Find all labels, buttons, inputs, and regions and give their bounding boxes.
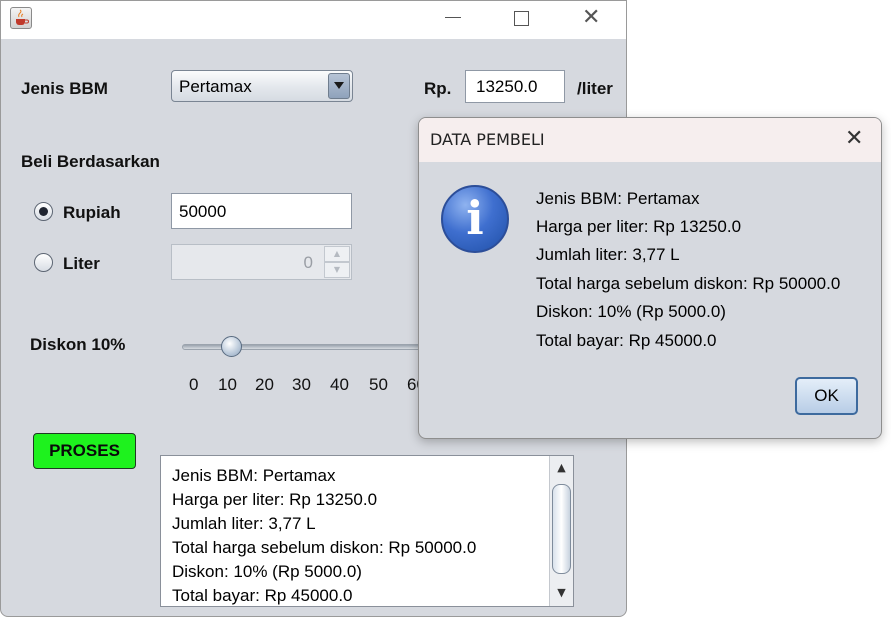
minimize-icon[interactable] [445, 17, 461, 18]
output-scrollbar[interactable]: ▲ ▼ [549, 456, 573, 606]
liter-spinner-value: 0 [303, 253, 313, 272]
dialog-line: Jenis BBM: Pertamax [536, 189, 700, 208]
output-textarea[interactable]: Jenis BBM: Pertamax Harga per liter: Rp … [160, 455, 574, 607]
discount-label: Diskon 10% [30, 335, 126, 354]
rupiah-radio-label: Rupiah [63, 203, 121, 222]
spinner-up-icon[interactable]: ▲ [324, 246, 350, 262]
liter-radio[interactable] [34, 253, 53, 272]
fuel-type-selected: Pertamax [179, 77, 252, 96]
dialog-line: Total harga sebelum diskon: Rp 50000.0 [536, 274, 841, 293]
rupiah-radio[interactable] [34, 202, 53, 221]
scroll-down-icon[interactable]: ▼ [550, 583, 573, 603]
dialog-line: Jumlah liter: 3,77 L [536, 245, 680, 264]
output-line: Diskon: 10% (Rp 5000.0) [172, 562, 362, 581]
price-suffix-label: /liter [577, 79, 613, 98]
java-app-icon [10, 7, 32, 29]
dialog-line: Harga per liter: Rp 13250.0 [536, 217, 742, 236]
slider-tick-label: 40 [330, 375, 349, 394]
output-line: Jenis BBM: Pertamax [172, 466, 336, 485]
price-prefix-label: Rp. [424, 79, 452, 98]
process-button[interactable]: PROSES [33, 433, 136, 469]
chevron-down-icon[interactable] [328, 73, 350, 99]
output-line: Total harga sebelum diskon: Rp 50000.0 [172, 538, 477, 557]
scroll-thumb[interactable] [552, 484, 571, 574]
scroll-up-icon[interactable]: ▲ [550, 458, 573, 478]
close-icon[interactable]: ✕ [582, 5, 600, 30]
spinner-down-icon[interactable]: ▼ [324, 262, 350, 278]
slider-tick-label: 10 [218, 375, 237, 394]
discount-slider-track[interactable] [182, 344, 422, 350]
dialog-line: Total bayar: Rp 45000.0 [536, 331, 717, 350]
purchase-data-dialog: DATA PEMBELI ✕ i Jenis BBM: Pertamax Har… [418, 117, 882, 439]
ok-button[interactable]: OK [795, 377, 858, 415]
dialog-title-bar: DATA PEMBELI ✕ [419, 118, 881, 162]
maximize-icon[interactable] [514, 11, 529, 26]
liter-spinner[interactable]: 0 ▲ ▼ [171, 244, 352, 280]
fuel-type-label: Jenis BBM [21, 79, 108, 98]
slider-tick-label: 20 [255, 375, 274, 394]
slider-tick-label: 0 [189, 375, 199, 394]
dialog-title: DATA PEMBELI [430, 130, 545, 149]
dialog-line: Diskon: 10% (Rp 5000.0) [536, 302, 726, 321]
info-icon: i [441, 185, 509, 253]
output-line: Total bayar: Rp 45000.0 [172, 586, 353, 605]
slider-tick-label: 30 [292, 375, 311, 394]
fuel-type-combobox[interactable]: Pertamax [171, 70, 353, 102]
output-line: Harga per liter: Rp 13250.0 [172, 490, 378, 509]
liter-radio-label: Liter [63, 254, 100, 273]
title-bar: ✕ [1, 1, 626, 39]
discount-slider-thumb[interactable] [221, 336, 242, 357]
dialog-close-icon[interactable]: ✕ [845, 126, 863, 151]
slider-tick-label: 50 [369, 375, 388, 394]
price-field[interactable]: 13250.0 [465, 70, 565, 103]
buy-by-label: Beli Berdasarkan [21, 152, 160, 171]
rupiah-amount-field[interactable]: 50000 [171, 193, 352, 229]
output-line: Jumlah liter: 3,77 L [172, 514, 316, 533]
